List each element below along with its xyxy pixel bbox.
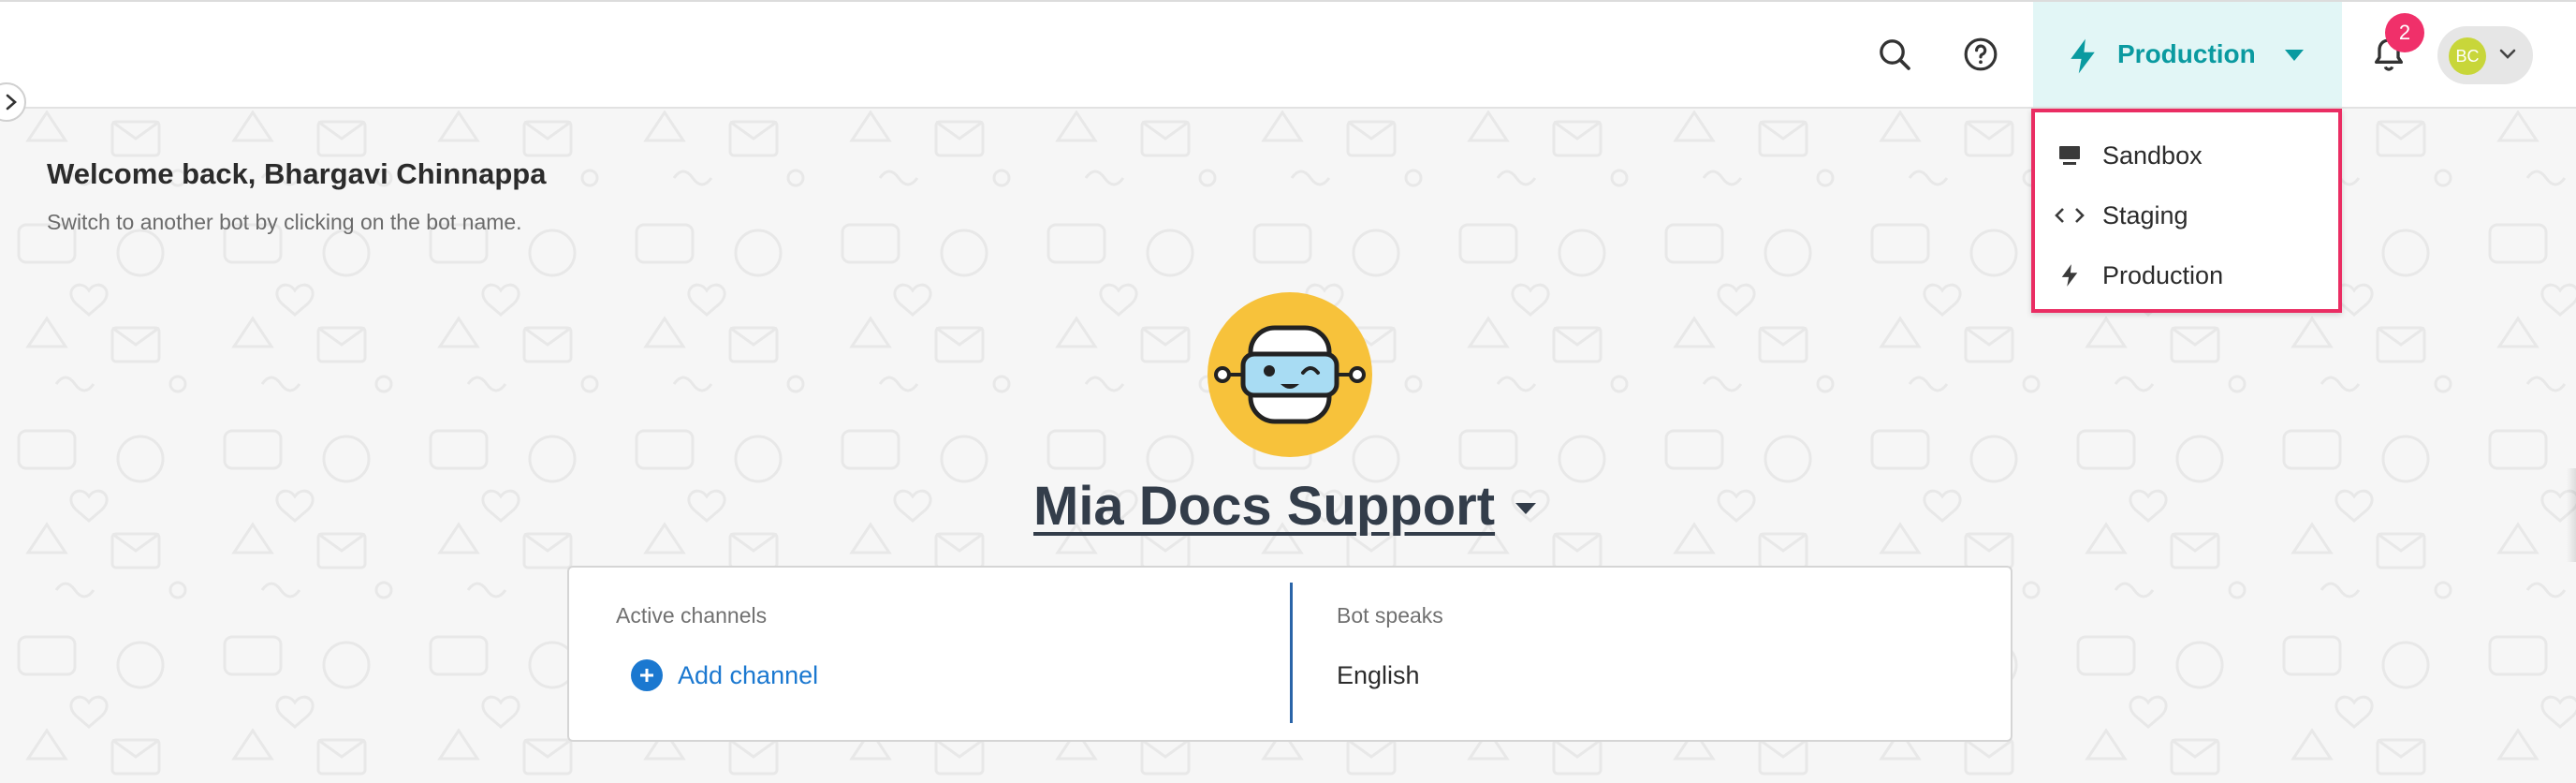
avatar: BC	[2449, 37, 2486, 75]
robot-icon	[1214, 325, 1366, 424]
chevron-down-icon	[2285, 50, 2304, 61]
desktop-icon	[2059, 146, 2080, 165]
bolt-icon	[2071, 38, 2095, 74]
menu-item-label: Staging	[2102, 200, 2188, 229]
chevron-down-icon	[2499, 49, 2516, 59]
code-icon	[2055, 208, 2085, 223]
bot-switcher[interactable]: Mia Docs Support	[1033, 468, 1539, 543]
add-channel-label: Add channel	[678, 660, 819, 689]
environment-menu: Sandbox Staging Production	[2031, 109, 2342, 313]
bot-name[interactable]: Mia Docs Support	[1033, 475, 1495, 538]
bolt-icon	[2061, 264, 2078, 287]
welcome-subtitle: Switch to another bot by clicking on the…	[47, 210, 522, 234]
help-button[interactable]	[1953, 26, 2009, 82]
add-circle-icon	[631, 659, 663, 691]
search-button[interactable]	[1866, 26, 1923, 82]
environment-label: Production	[2117, 39, 2256, 68]
menu-item-production[interactable]: Production	[2054, 249, 2325, 302]
bot-info-card: Active channels Add channel Bot speaks E…	[567, 566, 2012, 742]
bot-speaks-label: Bot speaks	[1337, 603, 1443, 628]
caret-down-icon	[1515, 503, 1536, 514]
environment-switcher[interactable]: Production	[2033, 2, 2342, 107]
help-icon	[1964, 37, 1998, 71]
bot-avatar	[1208, 292, 1372, 457]
menu-item-label: Production	[2102, 260, 2224, 289]
add-channel-button[interactable]: Add channel	[631, 659, 818, 691]
search-icon	[1880, 39, 1910, 70]
chevron-right-icon	[6, 94, 17, 111]
bot-language: English	[1337, 661, 1420, 689]
menu-item-staging[interactable]: Staging	[2054, 189, 2325, 242]
menu-item-label: Sandbox	[2102, 140, 2203, 170]
menu-item-sandbox[interactable]: Sandbox	[2054, 129, 2325, 182]
notification-badge: 2	[2385, 13, 2424, 52]
card-divider	[1290, 583, 1293, 723]
active-channels-label: Active channels	[616, 603, 768, 628]
welcome-title: Welcome back, Bhargavi Chinnappa	[47, 157, 547, 190]
user-menu-button[interactable]: BC	[2437, 26, 2533, 84]
edge-shadow	[2567, 468, 2576, 562]
